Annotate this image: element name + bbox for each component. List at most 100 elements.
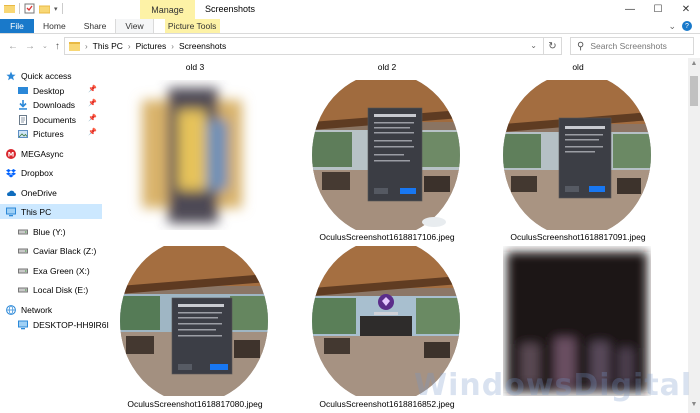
- navigation-bar: ← → ⌄ ↑ › This PC › Pictures › Screensho…: [0, 34, 700, 58]
- nav-label: Pictures: [33, 128, 64, 139]
- file-name[interactable]: OculusScreenshot1618817080.jpeg: [110, 399, 280, 409]
- folder-icon: [4, 5, 15, 13]
- pin-icon: 📌: [88, 115, 97, 122]
- nav-label: Desktop: [33, 85, 65, 96]
- nav-label: Documents: [33, 114, 76, 125]
- nav-drive-exa-green[interactable]: Exa Green (X:): [0, 263, 102, 278]
- folder-label[interactable]: old 2: [312, 62, 462, 72]
- expand-ribbon-icon[interactable]: ⌄: [668, 21, 676, 32]
- network-icon: [6, 304, 16, 315]
- window-controls: — ☐ ✕: [616, 0, 700, 19]
- mega-icon: M: [6, 148, 16, 159]
- scrollbar-thumb[interactable]: [690, 76, 698, 106]
- chevron-right-icon[interactable]: ›: [171, 42, 174, 51]
- tab-file[interactable]: File: [0, 19, 34, 33]
- nav-item-pictures[interactable]: Pictures 📌: [0, 126, 102, 141]
- search-placeholder: Search Screenshots: [590, 41, 667, 51]
- title-bar: ▾ Manage Screenshots — ☐ ✕: [0, 0, 700, 19]
- image-thumbnail[interactable]: [503, 80, 651, 230]
- nav-item-desktop[interactable]: Desktop 📌: [0, 83, 102, 98]
- customize-dropdown-icon[interactable]: ▾: [54, 5, 58, 13]
- nav-network[interactable]: Network: [0, 302, 102, 317]
- pin-icon: 📌: [88, 86, 97, 93]
- new-folder-icon[interactable]: [39, 3, 50, 14]
- back-arrow-icon[interactable]: ←: [8, 41, 18, 52]
- nav-quick-access[interactable]: Quick access: [0, 68, 102, 83]
- nav-label: Exa Green (X:): [33, 265, 90, 276]
- document-icon: [19, 114, 27, 125]
- nav-label: Network: [21, 304, 53, 315]
- nav-label: DESKTOP-HH9IR6I: [33, 319, 109, 330]
- nav-label: OneDrive: [21, 187, 57, 198]
- file-name[interactable]: OculusScreenshot1618817106.jpeg: [302, 232, 472, 242]
- drive-icon: [18, 287, 28, 292]
- watermark: WindowsDigital: [414, 368, 693, 403]
- nav-label: Downloads: [33, 99, 76, 110]
- manage-context-tab[interactable]: Manage: [140, 0, 195, 19]
- address-dropdown-icon[interactable]: ⌄: [530, 41, 537, 50]
- help-icon[interactable]: ?: [682, 21, 692, 31]
- folder-label[interactable]: old 3: [120, 62, 270, 72]
- separator: [61, 3, 63, 14]
- address-bar[interactable]: › This PC › Pictures › Screenshots ⌄ ↻: [64, 37, 562, 55]
- nav-network-desktop[interactable]: DESKTOP-HH9IR6I: [0, 317, 109, 332]
- nav-drive-blue[interactable]: Blue (Y:): [0, 224, 102, 239]
- file-view: old 3 old 2 old OculusScreenshot16188171…: [104, 58, 688, 413]
- scroll-up-icon[interactable]: ▲: [688, 60, 700, 70]
- window-title: Screenshots: [205, 4, 256, 14]
- tab-view[interactable]: View: [115, 19, 154, 33]
- properties-icon[interactable]: [24, 3, 35, 14]
- forward-arrow-icon[interactable]: →: [25, 41, 35, 52]
- tab-share[interactable]: Share: [75, 19, 116, 33]
- chevron-right-icon[interactable]: ›: [85, 42, 88, 51]
- nav-drive-local-disk[interactable]: Local Disk (E:): [0, 282, 102, 297]
- folder-thumbnail[interactable]: [120, 80, 268, 230]
- nav-item-documents[interactable]: Documents 📌: [0, 112, 102, 127]
- quick-access-toolbar: ▾: [4, 3, 63, 14]
- chevron-right-icon[interactable]: ›: [128, 42, 131, 51]
- cloud-icon: [7, 190, 16, 196]
- nav-drive-caviar-black[interactable]: Caviar Black (Z:): [0, 243, 102, 258]
- drive-icon: [18, 229, 28, 234]
- computer-icon: [18, 320, 28, 329]
- file-name[interactable]: OculusScreenshot1618817091.jpeg: [493, 232, 663, 242]
- nav-label: Dropbox: [21, 167, 54, 178]
- nav-label: Local Disk (E:): [33, 284, 89, 295]
- recent-dropdown-icon[interactable]: ⌄: [42, 42, 48, 50]
- breadcrumb-pictures[interactable]: Pictures: [136, 41, 167, 51]
- pin-icon: 📌: [88, 129, 97, 136]
- pictures-icon: [18, 129, 28, 138]
- nav-item-downloads[interactable]: Downloads 📌: [0, 97, 102, 112]
- breadcrumb-screenshots[interactable]: Screenshots: [179, 41, 226, 51]
- search-box[interactable]: ⚲ Search Screenshots: [570, 37, 694, 55]
- breadcrumb-this-pc[interactable]: This PC: [93, 41, 123, 51]
- nav-onedrive[interactable]: OneDrive: [0, 185, 102, 200]
- nav-megasync[interactable]: M MEGAsync: [0, 146, 102, 161]
- folder-icon: [69, 41, 80, 51]
- minimize-button[interactable]: —: [616, 0, 644, 19]
- navigation-pane: Quick access Desktop 📌 Downloads 📌 Docum…: [0, 62, 109, 413]
- maximize-button[interactable]: ☐: [644, 0, 672, 19]
- close-button[interactable]: ✕: [672, 0, 700, 19]
- tab-picture-tools[interactable]: Picture Tools: [164, 19, 220, 33]
- drive-icon: [18, 268, 28, 273]
- nav-label: Quick access: [21, 70, 72, 81]
- image-thumbnail[interactable]: [312, 80, 460, 230]
- tab-home[interactable]: Home: [34, 19, 75, 33]
- pin-icon: 📌: [88, 100, 97, 107]
- image-thumbnail[interactable]: [120, 246, 268, 396]
- nav-this-pc[interactable]: This PC: [0, 204, 102, 219]
- nav-label: Caviar Black (Z:): [33, 245, 97, 256]
- nav-label: This PC: [21, 206, 52, 217]
- nav-dropbox[interactable]: Dropbox: [0, 165, 102, 180]
- refresh-icon[interactable]: ↻: [543, 38, 561, 54]
- nav-label: Blue (Y:): [33, 226, 66, 237]
- drive-icon: [18, 248, 28, 253]
- folder-label[interactable]: old: [503, 62, 653, 72]
- vertical-scrollbar[interactable]: ▲ ▼: [688, 58, 700, 413]
- up-arrow-icon[interactable]: ↑: [55, 41, 60, 52]
- computer-icon: [6, 207, 16, 216]
- svg-text:M: M: [8, 150, 14, 158]
- nav-buttons: ← → ⌄ ↑: [0, 41, 62, 52]
- ribbon-right-controls: ⌄ ?: [668, 19, 700, 33]
